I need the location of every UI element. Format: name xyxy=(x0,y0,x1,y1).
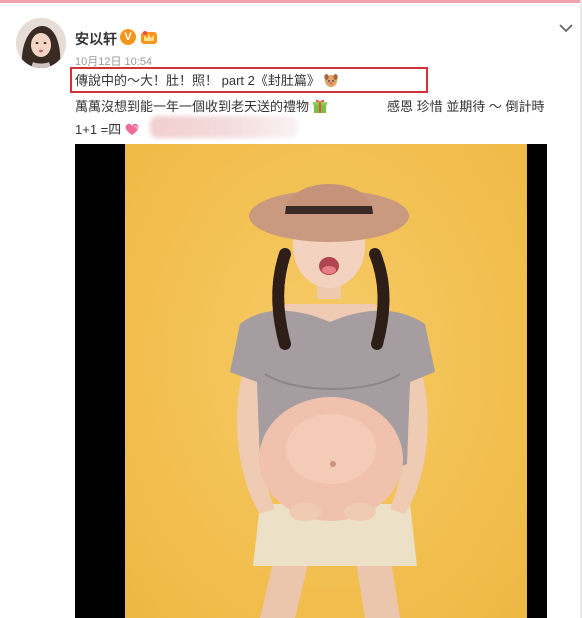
avatar[interactable] xyxy=(16,18,66,68)
puppy-emoji-icon xyxy=(324,74,338,87)
post-photo[interactable] xyxy=(75,144,547,618)
post-text-line-3: 1+1 =四 xyxy=(75,121,140,139)
post-text-line-1: 傳說中的～大！肚！照！ part 2《封肚篇》 xyxy=(75,72,339,90)
user-name[interactable]: 安以轩 xyxy=(75,29,117,49)
post-text-line-2: 萬萬沒想到能一年一個收到老天送的禮物 xyxy=(75,98,328,116)
post-text-line-3-text: 1+1 =四 xyxy=(75,122,122,137)
blurred-mention-link[interactable] xyxy=(150,116,298,138)
top-accent-strip xyxy=(0,0,582,3)
post-text-line-1-text: 傳說中的～大！肚！照！ part 2《封肚篇》 xyxy=(75,73,320,88)
post-text-line-2-text: 萬萬沒想到能一年一個收到老天送的禮物 xyxy=(75,99,310,114)
member-crown-icon[interactable] xyxy=(140,28,158,46)
photo-illustration xyxy=(230,184,435,618)
verified-badge-icon: V xyxy=(120,29,136,45)
chevron-down-icon[interactable] xyxy=(558,22,574,34)
post-text-line-2-right: 感恩 珍惜 並期待 ～ 倒計時 xyxy=(387,99,545,114)
gift-emoji-icon xyxy=(313,99,328,113)
heart-emoji-icon xyxy=(125,123,139,135)
